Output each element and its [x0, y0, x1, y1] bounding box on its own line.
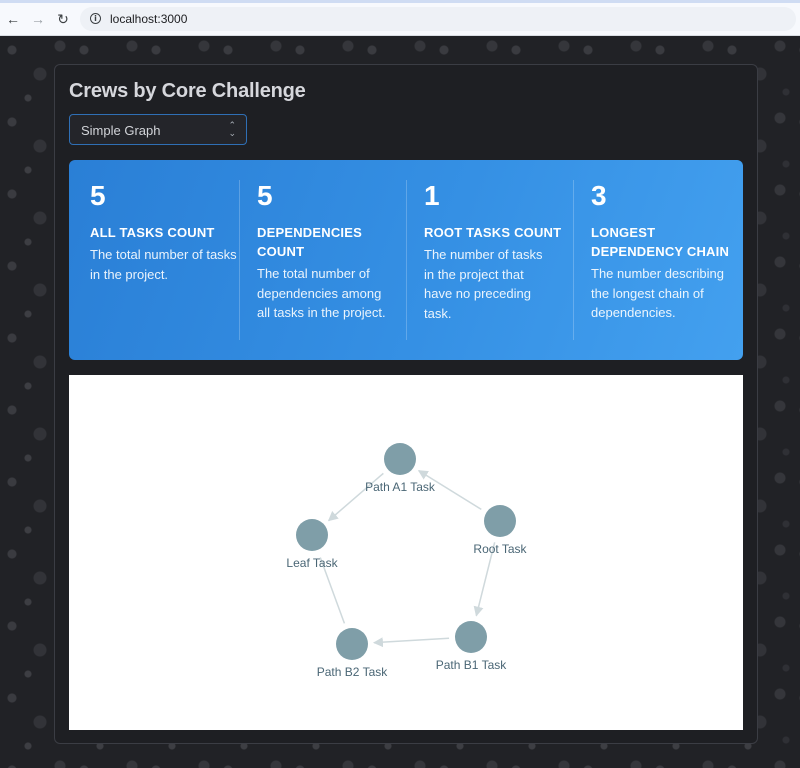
stat-divider: [239, 180, 240, 340]
stat-label: ALL TASKS COUNT: [90, 225, 215, 240]
dependency-graph[interactable]: Root Task Path A1 Task Leaf Task Path B1 Ta…: [69, 375, 743, 730]
node-label-leaf: Leaf Task: [286, 556, 338, 570]
site-info-icon[interactable]: i: [90, 13, 101, 24]
address-bar[interactable]: i localhost:3000: [80, 7, 796, 31]
dependency-graph-canvas[interactable]: Root Task Path A1 Task Leaf Task Path B1 Ta…: [69, 375, 743, 730]
node-root[interactable]: [484, 505, 516, 537]
chevron-up-down-icon: ⌃ ⌄: [228, 120, 236, 138]
stat-root-tasks: 1 ROOT TASKS COUNT The number of tasks i…: [424, 182, 574, 323]
stat-value: 5: [90, 180, 106, 211]
forward-arrow-icon[interactable]: →: [28, 9, 48, 29]
node-leaf[interactable]: [296, 519, 328, 551]
browser-toolbar: ← → ↻ i localhost:3000: [0, 0, 800, 36]
stats-card: 5 ALL TASKS COUNT The total number of ta…: [69, 160, 743, 360]
graph-type-select[interactable]: Simple Graph ⌃ ⌄: [69, 114, 247, 145]
node-label-b1: Path B1 Task: [436, 658, 507, 672]
stat-description: The number of tasks in the project that …: [424, 247, 543, 321]
stat-all-tasks: 5 ALL TASKS COUNT The total number of ta…: [90, 182, 240, 284]
stat-label: ROOT TASKS COUNT: [424, 225, 562, 240]
url-text[interactable]: localhost:3000: [110, 12, 187, 26]
back-arrow-icon[interactable]: ←: [3, 9, 23, 29]
page-title: Crews by Core Challenge: [69, 80, 306, 102]
node-label-root: Root Task: [473, 542, 527, 556]
reload-icon[interactable]: ↻: [53, 9, 73, 29]
stat-description: The total number of tasks in the project…: [90, 247, 237, 282]
stat-value: 5: [257, 180, 273, 211]
stat-label: LONGEST DEPENDENCY CHAIN: [591, 225, 730, 259]
node-b1[interactable]: [455, 621, 487, 653]
node-a1[interactable]: [384, 443, 416, 475]
node-label-a1: Path A1 Task: [365, 480, 436, 494]
stat-divider: [406, 180, 407, 340]
stat-description: The number describing the longest chain …: [591, 266, 724, 320]
graph-type-select-value: Simple Graph: [81, 123, 161, 138]
edge-b1-to-b2: [372, 637, 450, 648]
stat-dependencies: 5 DEPENDENCIES COUNT The total number of…: [257, 182, 407, 323]
node-b2[interactable]: [336, 628, 368, 660]
stat-divider: [573, 180, 574, 340]
stat-value: 1: [424, 180, 440, 211]
node-label-b2: Path B2 Task: [317, 665, 388, 679]
stat-label: DEPENDENCIES COUNT: [257, 225, 362, 259]
stat-value: 3: [591, 180, 607, 211]
stat-description: The total number of dependencies among a…: [257, 266, 386, 320]
stat-longest-chain: 3 LONGEST DEPENDENCY CHAIN The number de…: [591, 182, 741, 323]
